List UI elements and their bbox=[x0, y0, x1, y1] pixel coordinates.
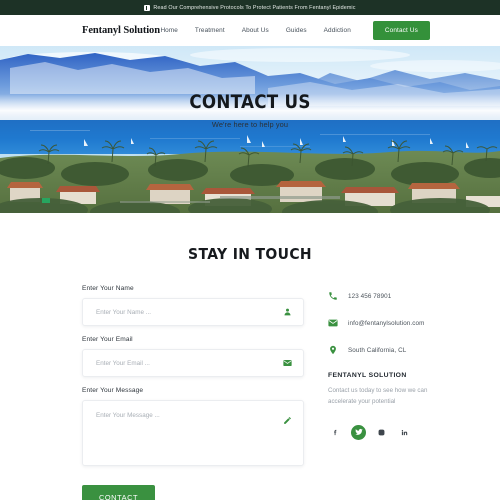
contact-info: 123 456 78901 info@fentanylsolution.com bbox=[328, 285, 436, 500]
announcement-text: Read Our Comprehensive Protocols To Prot… bbox=[153, 4, 356, 11]
contact-form: Enter Your Name Enter Your Email bbox=[82, 285, 304, 500]
social-link-facebook[interactable] bbox=[328, 425, 343, 440]
map-pin-icon bbox=[328, 345, 338, 355]
email-input[interactable] bbox=[83, 350, 303, 376]
nav-item-guides[interactable]: Guides bbox=[286, 27, 307, 34]
social-link-linkedin[interactable] bbox=[397, 425, 412, 440]
email-input-wrapper[interactable] bbox=[82, 349, 304, 377]
contact-address-text: South California, CL bbox=[348, 346, 407, 354]
primary-nav: Home Treatment About Us Guides Addiction… bbox=[160, 21, 430, 40]
envelope-icon bbox=[328, 318, 338, 328]
message-textarea[interactable] bbox=[83, 401, 303, 465]
hero-banner: CONTACT US We're here to help you bbox=[0, 46, 500, 213]
user-icon bbox=[283, 308, 292, 317]
contact-email-text: info@fentanylsolution.com bbox=[348, 319, 425, 327]
site-header: Fentanyl Solution Home Treatment About U… bbox=[0, 15, 500, 46]
pencil-icon bbox=[283, 416, 292, 425]
nav-item-treatment[interactable]: Treatment bbox=[195, 27, 225, 34]
contact-info-description: Contact us today to see how we can accel… bbox=[328, 387, 428, 405]
announcement-bar[interactable]: Read Our Comprehensive Protocols To Prot… bbox=[0, 0, 500, 15]
phone-icon bbox=[328, 291, 338, 301]
name-input[interactable] bbox=[83, 299, 303, 325]
hero-coastal-photo bbox=[0, 46, 500, 213]
contact-content: Enter Your Name Enter Your Email bbox=[0, 263, 500, 500]
email-field-group: Enter Your Email bbox=[82, 336, 304, 377]
nav-item-addiction[interactable]: Addiction bbox=[324, 27, 351, 34]
site-logo[interactable]: Fentanyl Solution bbox=[82, 25, 160, 36]
name-input-wrapper[interactable] bbox=[82, 298, 304, 326]
hero-subtitle: We're here to help you bbox=[211, 120, 289, 129]
message-field-group: Enter Your Message bbox=[82, 387, 304, 466]
contact-submit-button[interactable]: CONTACT bbox=[82, 485, 156, 500]
contact-us-button[interactable]: Contact Us bbox=[372, 21, 430, 40]
name-field-label: Enter Your Name bbox=[82, 285, 134, 292]
document-icon bbox=[144, 4, 151, 11]
message-field-label: Enter Your Message bbox=[82, 387, 144, 394]
hero-title: CONTACT US bbox=[189, 91, 311, 113]
name-field-group: Enter Your Name bbox=[82, 285, 304, 326]
email-field-label: Enter Your Email bbox=[82, 336, 133, 343]
contact-info-heading: FENTANYL SOLUTION bbox=[328, 372, 407, 379]
nav-item-about-us[interactable]: About Us bbox=[242, 27, 269, 34]
contact-email-row[interactable]: info@fentanylsolution.com bbox=[328, 318, 436, 328]
social-links bbox=[328, 424, 436, 440]
nav-item-home[interactable]: Home bbox=[160, 27, 177, 34]
social-link-twitter[interactable] bbox=[351, 424, 366, 440]
section-title: STAY IN TOUCH bbox=[188, 245, 312, 263]
contact-section: STAY IN TOUCH Enter Your Name Enter Your… bbox=[0, 213, 500, 500]
envelope-icon bbox=[283, 359, 292, 368]
contact-phone-row[interactable]: 123 456 78901 bbox=[328, 291, 436, 301]
social-link-instagram[interactable] bbox=[374, 425, 389, 440]
hero-copy: CONTACT US We're here to help you bbox=[0, 91, 500, 130]
contact-address-row[interactable]: South California, CL bbox=[328, 345, 436, 355]
contact-phone-text: 123 456 78901 bbox=[348, 292, 392, 300]
message-input-wrapper[interactable] bbox=[82, 400, 304, 466]
